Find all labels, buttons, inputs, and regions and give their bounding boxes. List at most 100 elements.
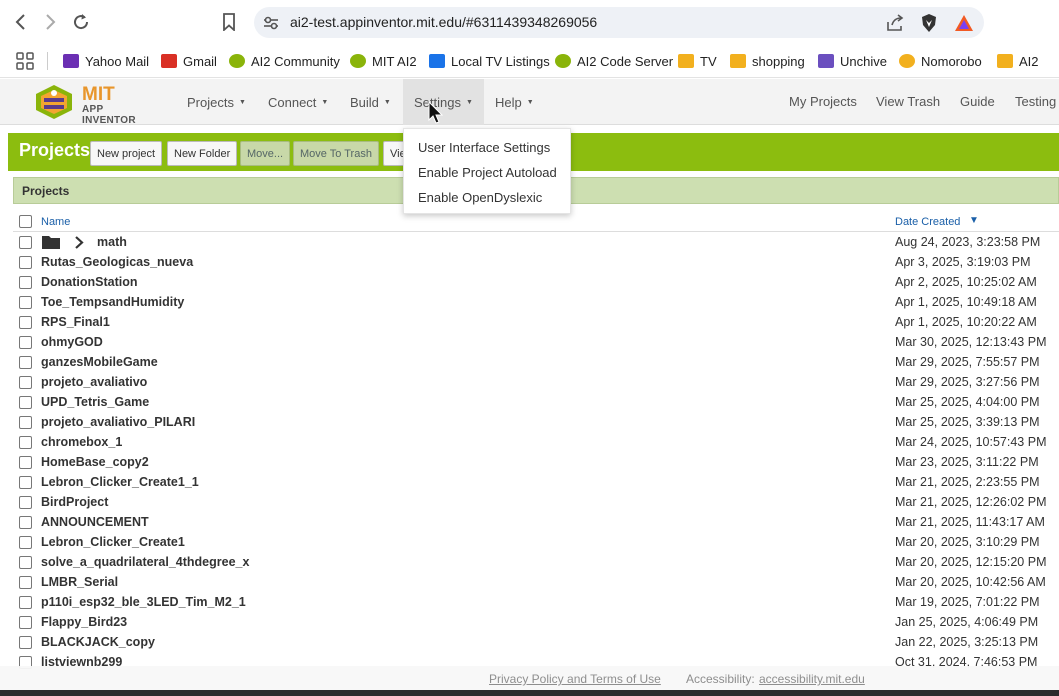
project-name[interactable]: Toe_TempsandHumidity <box>41 295 184 309</box>
column-date-header[interactable]: Date Created <box>895 216 960 228</box>
select-all-checkbox[interactable] <box>19 215 32 228</box>
project-name[interactable]: HomeBase_copy2 <box>41 455 149 469</box>
brave-shield-icon[interactable] <box>919 13 939 33</box>
project-name[interactable]: RPS_Final1 <box>41 315 110 329</box>
privacy-policy-link[interactable]: Privacy Policy and Terms of Use <box>489 672 661 686</box>
table-row[interactable]: BirdProject Mar 21, 2025, 12:26:02 PM <box>13 493 1059 513</box>
table-row[interactable]: UPD_Tetris_Game Mar 25, 2025, 4:04:00 PM <box>13 393 1059 413</box>
apps-grid-icon[interactable] <box>16 52 34 70</box>
bookmark-mit-ai2[interactable]: MIT AI2 <box>350 51 417 71</box>
row-checkbox[interactable] <box>19 616 32 629</box>
row-checkbox[interactable] <box>19 536 32 549</box>
table-row[interactable]: LMBR_Serial Mar 20, 2025, 10:42:56 AM <box>13 573 1059 593</box>
project-name[interactable]: projeto_avaliativo <box>41 375 147 389</box>
row-checkbox[interactable] <box>19 376 32 389</box>
table-row[interactable]: solve_a_quadrilateral_4thdegree_x Mar 20,… <box>13 553 1059 573</box>
site-settings-icon[interactable] <box>262 14 280 32</box>
link-guide[interactable]: Guide <box>960 94 995 109</box>
menu-projects[interactable]: Projects ▼ <box>176 79 257 125</box>
table-row[interactable]: chromebox_1 Mar 24, 2025, 10:57:43 PM <box>13 433 1059 453</box>
table-row[interactable]: ganzesMobileGame Mar 29, 2025, 7:55:57 PM <box>13 353 1059 373</box>
row-checkbox[interactable] <box>19 276 32 289</box>
project-name[interactable]: Lebron_Clicker_Create1_1 <box>41 475 199 489</box>
table-row[interactable]: RPS_Final1 Apr 1, 2025, 10:20:22 AM <box>13 313 1059 333</box>
menu-item-enable-project-autoload[interactable]: Enable Project Autoload <box>418 165 557 180</box>
menu-connect[interactable]: Connect ▼ <box>257 79 339 125</box>
project-name[interactable]: BLACKJACK_copy <box>41 635 155 649</box>
row-checkbox[interactable] <box>19 336 32 349</box>
row-checkbox[interactable] <box>19 496 32 509</box>
table-row[interactable]: p110i_esp32_ble_3LED_Tim_M2_1 Mar 19, 202… <box>13 593 1059 613</box>
menu-item-enable-opendyslexic[interactable]: Enable OpenDyslexic <box>418 190 542 205</box>
row-checkbox[interactable] <box>19 556 32 569</box>
row-checkbox[interactable] <box>19 596 32 609</box>
sort-desc-icon[interactable]: ▼ <box>969 215 979 226</box>
row-checkbox[interactable] <box>19 396 32 409</box>
menu-help[interactable]: Help ▼ <box>484 79 545 125</box>
bookmark-local-tv-listings[interactable]: Local TV Listings <box>429 51 550 71</box>
row-checkbox[interactable] <box>19 516 32 529</box>
row-checkbox[interactable] <box>19 316 32 329</box>
url-text[interactable]: ai2-test.appinventor.mit.edu/#6311439348… <box>290 14 597 30</box>
link-testing[interactable]: Testing <box>1015 94 1056 109</box>
move-button[interactable]: Move... <box>240 141 291 166</box>
table-row-folder[interactable]: math Aug 24, 2023, 3:23:58 PM <box>13 233 1059 253</box>
project-name[interactable]: BirdProject <box>41 495 108 509</box>
move-to-trash-button[interactable]: Move To Trash <box>293 141 379 166</box>
row-checkbox[interactable] <box>19 576 32 589</box>
project-name[interactable]: math <box>97 235 127 249</box>
project-name[interactable]: Lebron_Clicker_Create1 <box>41 535 185 549</box>
project-name[interactable]: ohmyGOD <box>41 335 103 349</box>
accessibility-link[interactable]: accessibility.mit.edu <box>759 672 865 686</box>
row-checkbox[interactable] <box>19 236 32 249</box>
address-bar[interactable]: ai2-test.appinventor.mit.edu/#6311439348… <box>254 7 984 38</box>
table-row[interactable]: Lebron_Clicker_Create1 Mar 20, 2025, 3:10… <box>13 533 1059 553</box>
bookmark-folder-shopping[interactable]: shopping <box>730 51 805 71</box>
table-row[interactable]: projeto_avaliativo_PILARI Mar 25, 2025, 3… <box>13 413 1059 433</box>
table-row[interactable]: Toe_TempsandHumidity Apr 1, 2025, 10:49:1… <box>13 293 1059 313</box>
project-name[interactable]: chromebox_1 <box>41 435 122 449</box>
brave-rewards-icon[interactable] <box>954 13 974 33</box>
row-checkbox[interactable] <box>19 296 32 309</box>
bookmark-icon[interactable] <box>217 10 241 34</box>
project-name[interactable]: DonationStation <box>41 275 138 289</box>
table-row[interactable]: BLACKJACK_copy Jan 22, 2025, 3:25:13 PM <box>13 633 1059 653</box>
chevron-right-icon[interactable] <box>74 236 84 249</box>
bookmark-folder-tv[interactable]: TV <box>678 51 717 71</box>
forward-icon[interactable] <box>38 10 62 34</box>
row-checkbox[interactable] <box>19 356 32 369</box>
bookmark-yahoo-mail[interactable]: Yahoo Mail <box>63 51 149 71</box>
project-name[interactable]: LMBR_Serial <box>41 575 118 589</box>
bookmark-unchive[interactable]: Unchive <box>818 51 887 71</box>
app-inventor-logo[interactable]: MIT APP INVENTOR <box>32 82 152 126</box>
row-checkbox[interactable] <box>19 456 32 469</box>
table-row[interactable]: HomeBase_copy2 Mar 23, 2025, 3:11:22 PM <box>13 453 1059 473</box>
project-name[interactable]: solve_a_quadrilateral_4thdegree_x <box>41 555 249 569</box>
project-name[interactable]: UPD_Tetris_Game <box>41 395 149 409</box>
link-view-trash[interactable]: View Trash <box>876 94 940 109</box>
project-name[interactable]: p110i_esp32_ble_3LED_Tim_M2_1 <box>41 595 246 609</box>
project-name[interactable]: Flappy_Bird23 <box>41 615 127 629</box>
project-name[interactable]: projeto_avaliativo_PILARI <box>41 415 195 429</box>
menu-build[interactable]: Build ▼ <box>339 79 402 125</box>
table-row[interactable]: Rutas_Geologicas_nueva Apr 3, 2025, 3:19:… <box>13 253 1059 273</box>
share-icon[interactable] <box>885 13 905 33</box>
bookmark-folder-ai2[interactable]: AI2 <box>997 51 1039 71</box>
row-checkbox[interactable] <box>19 476 32 489</box>
bookmark-ai2-code-server[interactable]: AI2 Code Server <box>555 51 673 71</box>
row-checkbox[interactable] <box>19 636 32 649</box>
row-checkbox[interactable] <box>19 256 32 269</box>
back-icon[interactable] <box>9 10 33 34</box>
column-name-header[interactable]: Name <box>41 216 70 228</box>
reload-icon[interactable] <box>69 10 93 34</box>
row-checkbox[interactable] <box>19 436 32 449</box>
row-checkbox[interactable] <box>19 416 32 429</box>
new-project-button[interactable]: New project <box>90 141 163 166</box>
new-folder-button[interactable]: New Folder <box>167 141 238 166</box>
table-row[interactable]: Lebron_Clicker_Create1_1 Mar 21, 2025, 2:… <box>13 473 1059 493</box>
bookmark-gmail[interactable]: Gmail <box>161 51 217 71</box>
project-name[interactable]: ganzesMobileGame <box>41 355 158 369</box>
project-name[interactable]: ANNOUNCEMENT <box>41 515 149 529</box>
project-name[interactable]: Rutas_Geologicas_nueva <box>41 255 193 269</box>
table-row[interactable]: ANNOUNCEMENT Mar 21, 2025, 11:43:17 AM <box>13 513 1059 533</box>
